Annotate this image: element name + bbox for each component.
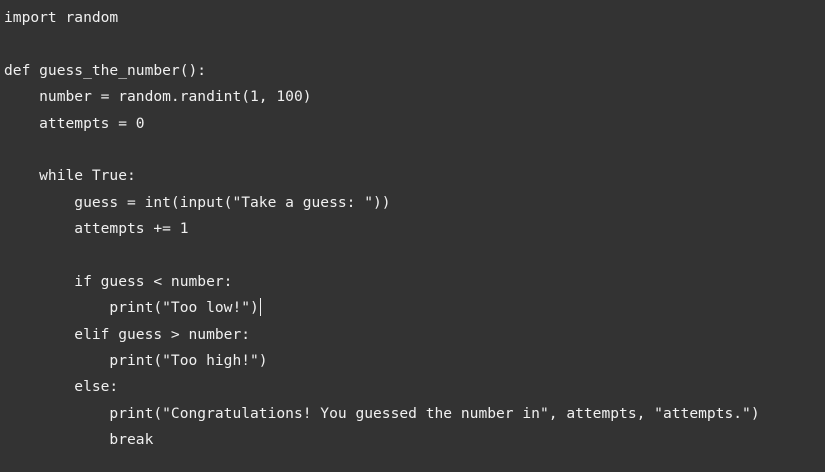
code-line-with-cursor[interactable]: print("Too low!") [4,295,825,321]
code-line[interactable]: attempts = 0 [4,111,825,137]
code-line[interactable] [4,137,825,163]
code-line[interactable]: attempts += 1 [4,216,825,242]
code-line[interactable] [4,31,825,57]
code-line[interactable]: else: [4,374,825,400]
code-line[interactable] [4,243,825,269]
code-line[interactable]: elif guess > number: [4,322,825,348]
code-line[interactable]: if guess < number: [4,269,825,295]
code-line[interactable]: while True: [4,163,825,189]
text-cursor [259,298,261,317]
code-line[interactable]: print("Congratulations! You guessed the … [4,401,825,427]
code-line[interactable]: print("Too high!") [4,348,825,374]
code-line-text: print("Too low!") [4,299,259,317]
code-line[interactable]: def guess_the_number(): [4,58,825,84]
code-line[interactable]: guess = int(input("Take a guess: ")) [4,190,825,216]
code-editor[interactable]: import random def guess_the_number(): nu… [0,0,825,472]
code-line[interactable]: number = random.randint(1, 100) [4,84,825,110]
code-line[interactable]: break [4,427,825,453]
code-line[interactable]: import random [4,5,825,31]
